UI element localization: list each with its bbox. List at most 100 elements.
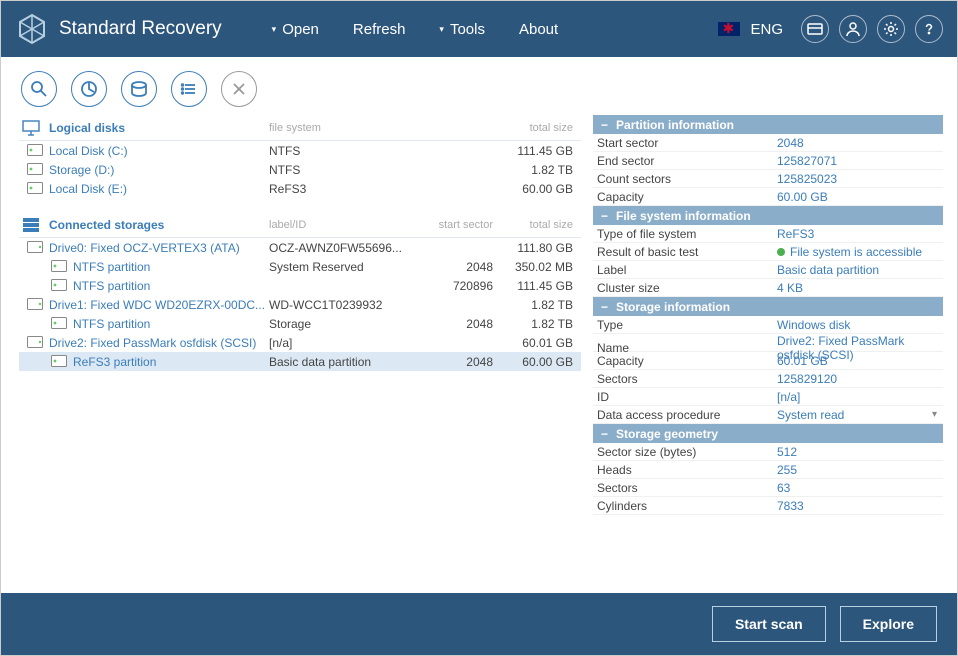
logical-disk-row[interactable]: Local Disk (E:)ReFS360.00 GB bbox=[19, 179, 581, 198]
start-scan-button[interactable]: Start scan bbox=[712, 606, 826, 642]
logical-disks-header: Logical disks file system total size bbox=[19, 115, 581, 141]
info-section-header[interactable]: −Partition information bbox=[593, 115, 943, 134]
partition-row[interactable]: NTFS partitionStorage20481.82 TB bbox=[19, 314, 581, 333]
info-key: Sectors bbox=[597, 481, 777, 495]
menu-about-label: About bbox=[519, 21, 558, 38]
info-key: Start sector bbox=[597, 136, 777, 150]
monitor-icon bbox=[19, 120, 43, 136]
storage-name: Drive1: Fixed WDC WD20EZRX-00DC... bbox=[49, 298, 265, 312]
storage-label: Basic data partition bbox=[269, 355, 419, 369]
info-value: 7833 bbox=[777, 499, 943, 513]
drive-row[interactable]: Drive0: Fixed OCZ-VERTEX3 (ATA)OCZ-AWNZ0… bbox=[19, 238, 581, 257]
drive-icon bbox=[27, 144, 43, 158]
info-value: 60.01 GB bbox=[777, 354, 943, 368]
storage-size: 60.00 GB bbox=[499, 355, 579, 369]
partition-row[interactable]: NTFS partition720896111.45 GB bbox=[19, 276, 581, 295]
collapse-icon: − bbox=[601, 300, 608, 314]
storage-label: WD-WCC1T0239932 bbox=[269, 298, 419, 312]
language-selector[interactable]: ENG bbox=[750, 21, 783, 38]
info-key: Heads bbox=[597, 463, 777, 477]
flag-uk-icon bbox=[718, 22, 740, 36]
info-section-header[interactable]: −File system information bbox=[593, 206, 943, 225]
storage-name: ReFS3 partition bbox=[73, 355, 156, 369]
info-row: Cylinders7833 bbox=[593, 497, 943, 515]
collapse-icon: − bbox=[601, 209, 608, 223]
menu-about[interactable]: About bbox=[519, 21, 558, 38]
logical-disk-row[interactable]: Storage (D:) NTFS 1.82 TB bbox=[19, 160, 581, 179]
help-icon[interactable] bbox=[915, 15, 943, 43]
partition-row[interactable]: ReFS3 partition Basic data partition20486… bbox=[19, 352, 581, 371]
info-section-title: Storage information bbox=[616, 300, 730, 314]
partition-row[interactable]: NTFS partitionSystem Reserved2048350.02 … bbox=[19, 257, 581, 276]
disk-icon bbox=[27, 241, 43, 255]
tool-disk-icon[interactable] bbox=[121, 71, 157, 107]
storage-tree: Logical disks file system total size Loc… bbox=[19, 115, 593, 593]
partition-icon bbox=[51, 279, 67, 293]
tool-list-icon[interactable] bbox=[171, 71, 207, 107]
info-row: Result of basic testFile system is acces… bbox=[593, 243, 943, 261]
info-row: Count sectors125825023 bbox=[593, 170, 943, 188]
storage-start: 2048 bbox=[419, 355, 499, 369]
footer: Start scan Explore bbox=[1, 593, 957, 655]
drive-icon bbox=[27, 182, 43, 196]
info-section-header[interactable]: −Storage information bbox=[593, 297, 943, 316]
info-value: 60.00 GB bbox=[777, 190, 943, 204]
info-row: Sectors63 bbox=[593, 479, 943, 497]
info-value: 255 bbox=[777, 463, 943, 477]
info-row: Sector size (bytes)512 bbox=[593, 443, 943, 461]
col-total-size: total size bbox=[499, 219, 579, 231]
info-row[interactable]: Data access procedureSystem read bbox=[593, 406, 943, 424]
info-value: ReFS3 bbox=[777, 227, 943, 241]
storage-start: 720896 bbox=[419, 279, 499, 293]
logical-disk-row[interactable]: Local Disk (C:)NTFS111.45 GB bbox=[19, 141, 581, 160]
storage-name: Drive0: Fixed OCZ-VERTEX3 (ATA) bbox=[49, 241, 240, 255]
info-row: Sectors125829120 bbox=[593, 370, 943, 388]
disk-name: Storage (D:) bbox=[49, 163, 114, 177]
info-row: NameDrive2: Fixed PassMark osfdisk (SCSI… bbox=[593, 334, 943, 352]
partition-icon bbox=[51, 260, 67, 274]
connected-storages-header: Connected storages label/ID start sector… bbox=[19, 212, 581, 238]
info-section-title: File system information bbox=[616, 209, 751, 223]
disk-fs: NTFS bbox=[269, 163, 419, 177]
menu-open[interactable]: ▾Open bbox=[272, 21, 319, 38]
disk-icon bbox=[27, 298, 43, 312]
tool-cancel-icon[interactable] bbox=[221, 71, 257, 107]
info-key: ID bbox=[597, 390, 777, 404]
tool-analyze-icon[interactable] bbox=[71, 71, 107, 107]
info-key: Cylinders bbox=[597, 499, 777, 513]
menu-tools[interactable]: ▾Tools bbox=[439, 21, 485, 38]
info-key: Cluster size bbox=[597, 281, 777, 295]
app-title: Standard Recovery bbox=[59, 18, 222, 40]
toolbar bbox=[1, 57, 957, 111]
main-menu: ▾Open Refresh ▾Tools About bbox=[272, 21, 559, 38]
explore-button[interactable]: Explore bbox=[840, 606, 937, 642]
info-value: [n/a] bbox=[777, 390, 943, 404]
disk-size: 1.82 TB bbox=[499, 163, 579, 177]
info-key: Type of file system bbox=[597, 227, 777, 241]
info-key: Result of basic test bbox=[597, 245, 777, 259]
drive-icon bbox=[27, 163, 43, 177]
info-value: System read bbox=[777, 408, 943, 422]
info-section-header[interactable]: −Storage geometry bbox=[593, 424, 943, 443]
info-value: 2048 bbox=[777, 136, 943, 150]
info-key: Count sectors bbox=[597, 172, 777, 186]
info-value: 63 bbox=[777, 481, 943, 495]
disk-name: Local Disk (C:) bbox=[49, 144, 128, 158]
drive-row[interactable]: Drive2: Fixed PassMark osfdisk (SCSI)[n/… bbox=[19, 333, 581, 352]
info-row: End sector125827071 bbox=[593, 152, 943, 170]
storage-label: [n/a] bbox=[269, 336, 419, 350]
info-key: Capacity bbox=[597, 354, 777, 368]
disk-icon bbox=[27, 336, 43, 350]
tool-scan-icon[interactable] bbox=[21, 71, 57, 107]
storage-size: 350.02 MB bbox=[499, 260, 579, 274]
drive-row[interactable]: Drive1: Fixed WDC WD20EZRX-00DC... WD-WCC… bbox=[19, 295, 581, 314]
storage-size: 60.01 GB bbox=[499, 336, 579, 350]
connected-storages-title: Connected storages bbox=[49, 218, 164, 232]
card-icon[interactable] bbox=[801, 15, 829, 43]
main-content: Logical disks file system total size Loc… bbox=[1, 111, 957, 593]
col-filesystem: file system bbox=[269, 122, 419, 134]
menu-refresh[interactable]: Refresh bbox=[353, 21, 406, 38]
disk-size: 60.00 GB bbox=[499, 182, 579, 196]
user-icon[interactable] bbox=[839, 15, 867, 43]
gear-icon[interactable] bbox=[877, 15, 905, 43]
